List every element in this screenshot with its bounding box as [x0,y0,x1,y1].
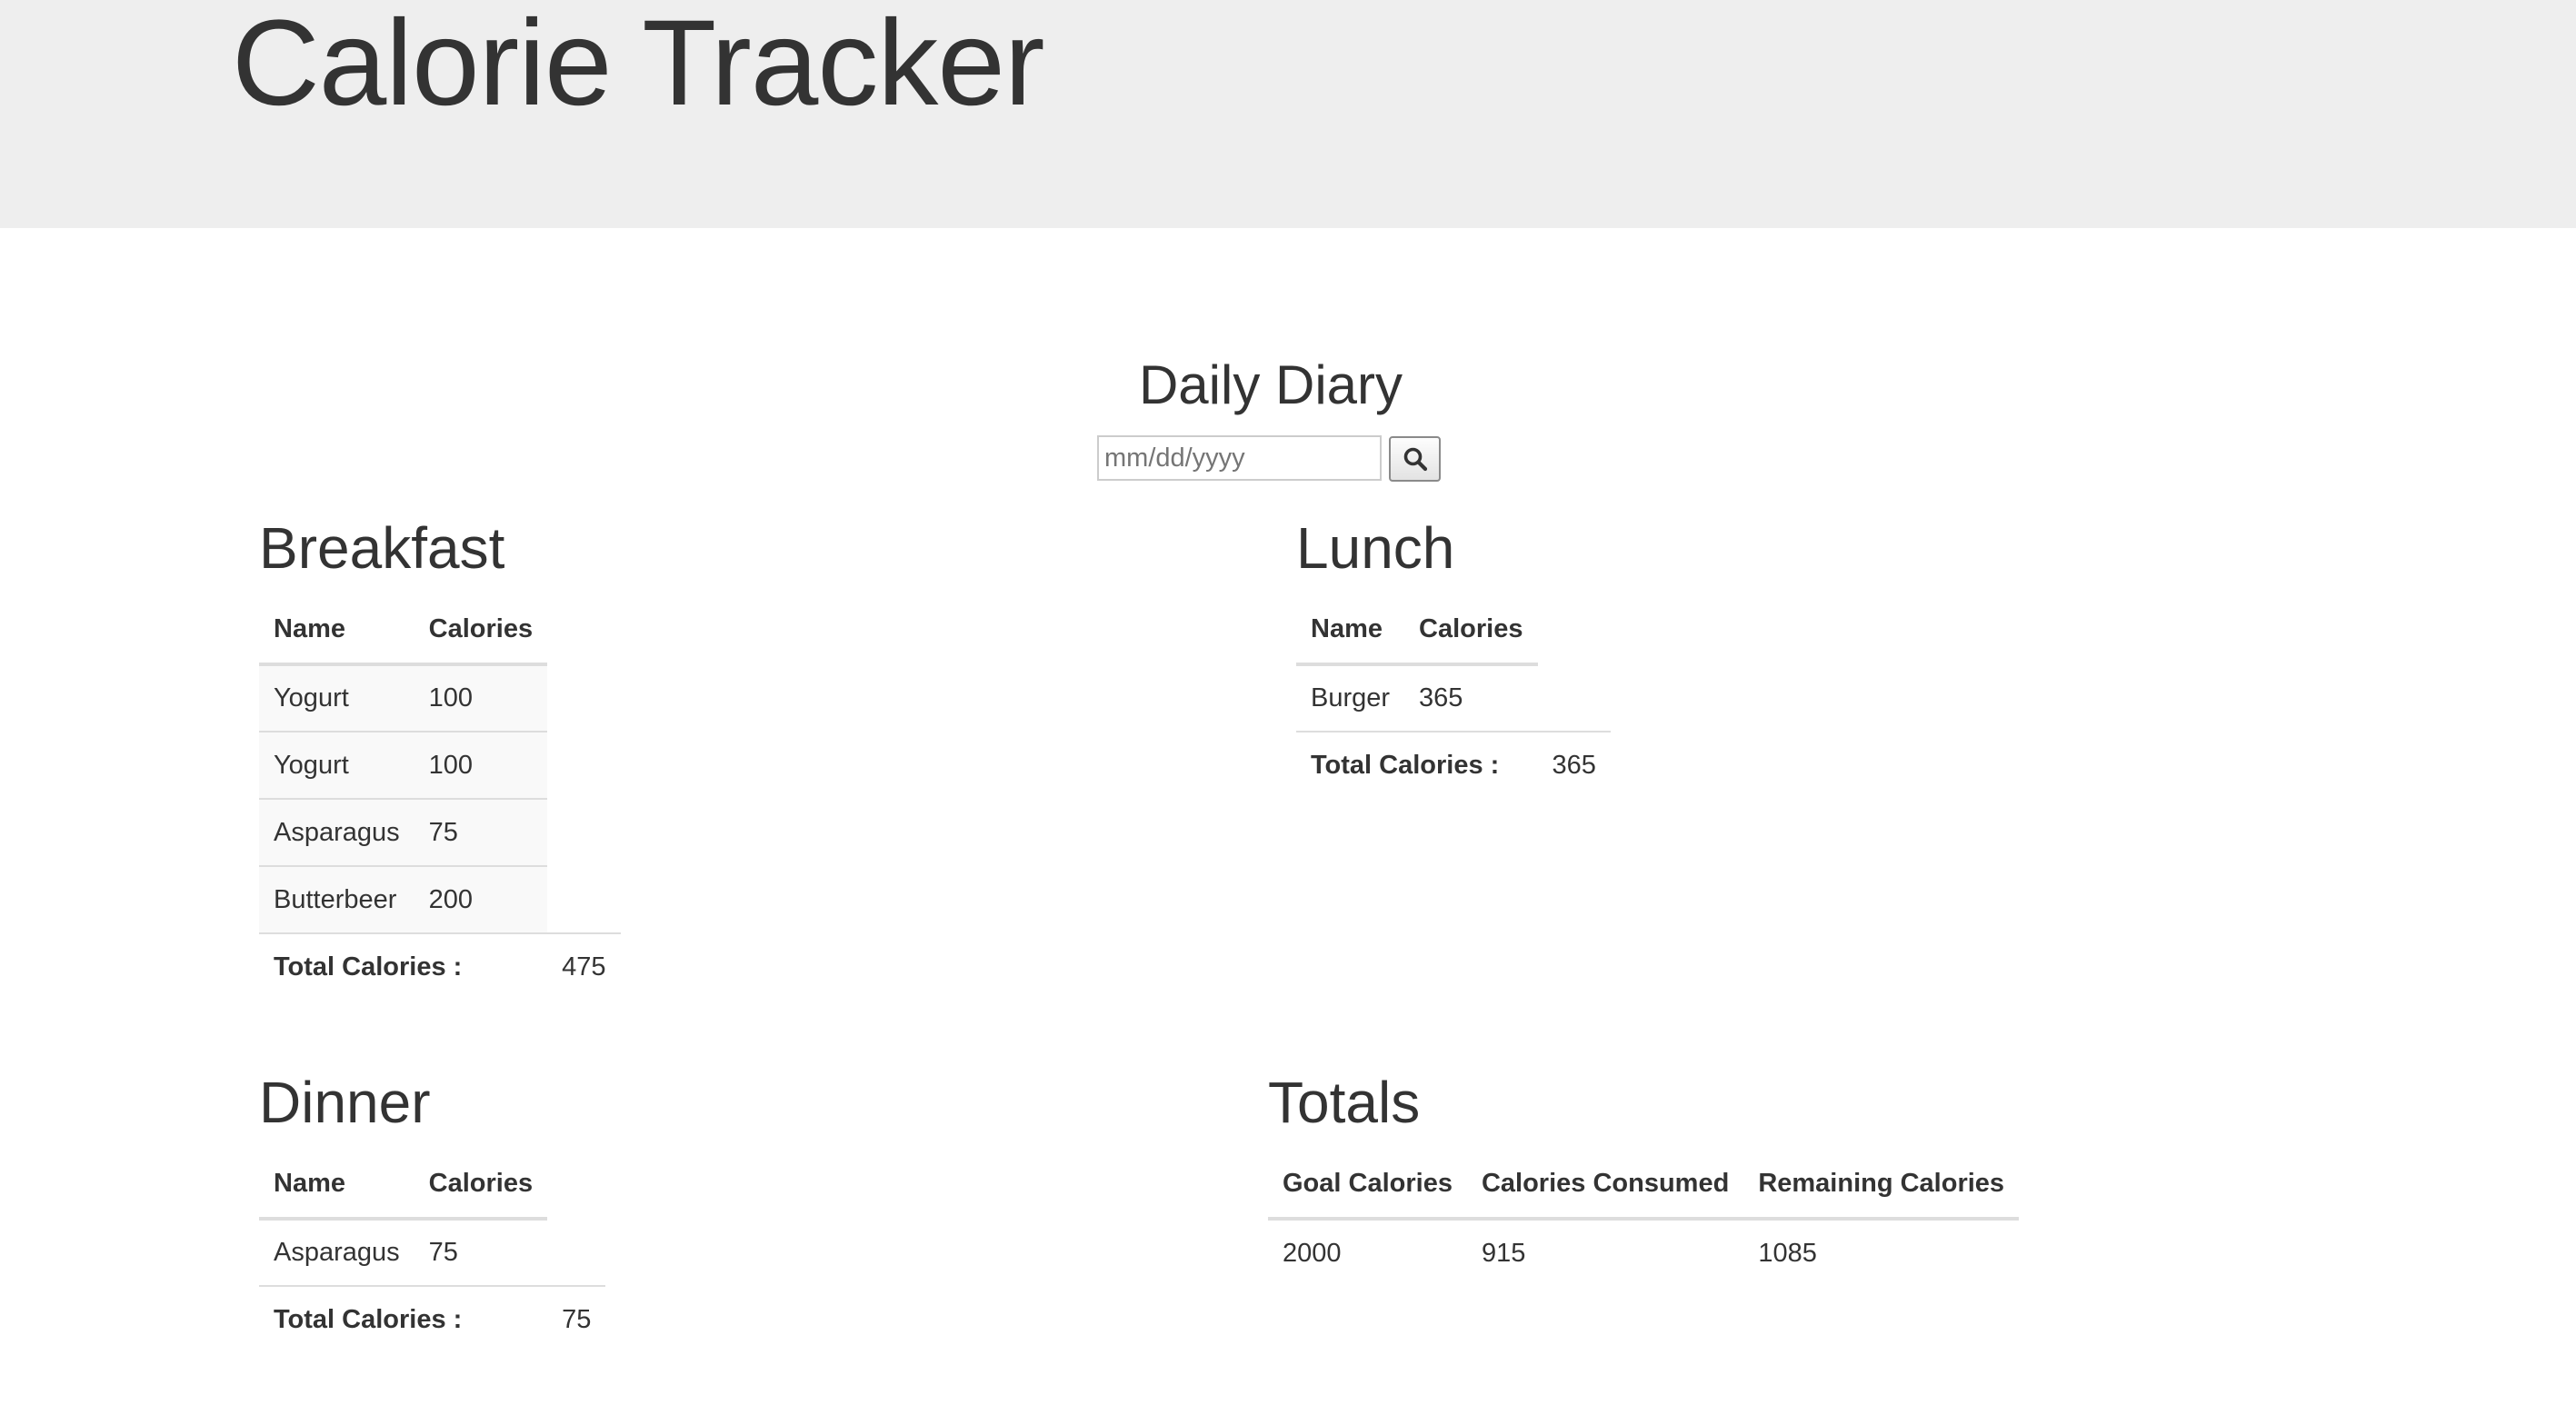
column-header-calories: Calories [1404,595,1538,666]
food-calories: 365 [1404,663,1538,732]
column-header-name: Name [1296,595,1405,666]
cell-spacer [547,866,621,933]
dinner-table: Name Calories Asparagus 75 Total Calorie… [259,1150,606,1353]
goal-calories-value: 2000 [1283,1238,1342,1268]
total-calories-value: 75 [547,1285,606,1353]
table-header-row: Name Calories [259,595,621,666]
diary-title: Daily Diary [1138,354,1403,415]
food-name: Asparagus [259,798,414,866]
table-header-row: Goal Calories Calories Consumed Remainin… [1268,1150,2020,1221]
table-header-row: Name Calories [259,1150,605,1221]
column-spacer [547,595,620,664]
totals-heading: Totals [1268,1070,1421,1135]
table-header-row: Name Calories [1296,595,1611,666]
app-title: Calorie Tracker [232,0,1044,131]
column-header-calories: Calories [414,595,548,666]
table-row: Asparagus 75 [259,798,621,866]
calories-consumed-value: 915 [1481,1238,1526,1268]
column-header-remaining-calories: Remaining Calories [1743,1150,2020,1221]
cell-spacer [547,1219,605,1286]
lunch-table: Name Calories Burger 365 Total Calories … [1296,595,1611,799]
food-name: Burger [1296,663,1405,732]
column-header-goal-calories: Goal Calories [1268,1150,1467,1221]
cell-spacer [547,732,621,799]
column-header-calories-consumed: Calories Consumed [1466,1150,1744,1221]
column-spacer [547,1150,605,1219]
table-row: Yogurt 100 [259,663,621,732]
table-row: 2000 915 1085 [1268,1219,2019,1286]
food-name: Yogurt [259,663,414,732]
total-row: Total Calories : 365 [1296,731,1611,799]
breakfast-table: Name Calories Yogurt 100 Yogurt 100 Aspa… [259,595,621,1001]
total-calories-value: 365 [1537,731,1611,799]
remaining-calories-value: 1085 [1758,1238,1817,1268]
totals-table: Goal Calories Calories Consumed Remainin… [1268,1150,2020,1286]
date-input[interactable] [1097,435,1382,481]
cell-spacer [547,799,621,866]
search-button[interactable] [1389,436,1441,482]
food-calories: 100 [414,663,548,732]
column-header-name: Name [259,1150,414,1221]
cell-spacer [547,664,621,732]
total-row: Total Calories : 475 [259,932,621,1001]
food-name: Butterbeer [259,865,414,933]
total-calories-label: Total Calories : [1296,731,1538,799]
header-banner: Calorie Tracker [0,0,2576,228]
food-calories: 200 [414,865,548,933]
column-header-calories: Calories [414,1150,548,1221]
lunch-heading: Lunch [1296,515,1455,581]
column-spacer [1538,595,1611,664]
cell-spacer [1538,664,1611,732]
dinner-heading: Dinner [259,1070,431,1135]
food-calories: 100 [414,731,548,799]
search-icon [1403,447,1427,472]
breakfast-heading: Breakfast [259,515,505,581]
food-calories: 75 [414,798,548,866]
table-row: Yogurt 100 [259,731,621,799]
food-name: Yogurt [259,731,414,799]
total-calories-label: Total Calories : [259,932,548,1001]
food-calories: 75 [414,1218,548,1286]
table-row: Asparagus 75 [259,1218,605,1286]
column-header-name: Name [259,595,414,666]
total-calories-value: 475 [547,932,621,1001]
table-row: Butterbeer 200 [259,865,621,933]
total-calories-label: Total Calories : [259,1285,548,1353]
total-row: Total Calories : 75 [259,1285,606,1353]
table-row: Burger 365 [1296,663,1611,732]
food-name: Asparagus [259,1218,414,1286]
